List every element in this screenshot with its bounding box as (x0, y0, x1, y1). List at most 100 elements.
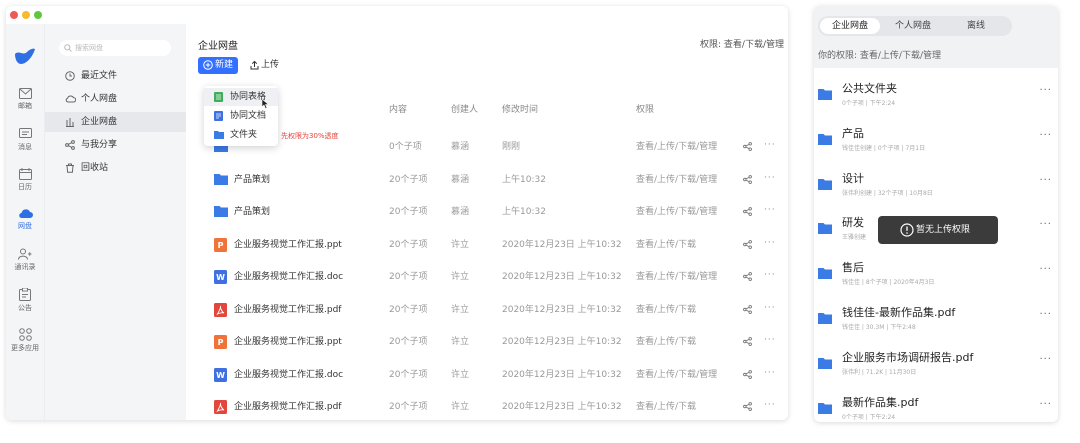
search-input[interactable]: 搜索网盘 (59, 40, 171, 56)
sidebar-item-enterprise[interactable]: 企业网盘 (45, 112, 187, 132)
appbar-label: 日历 (18, 183, 32, 191)
appbar-item-message[interactable]: 消息 (6, 128, 44, 152)
more-icon[interactable]: ··· (764, 140, 776, 150)
more-icon[interactable]: ··· (764, 205, 776, 215)
more-icon[interactable]: ··· (1039, 399, 1052, 410)
column-header-modified[interactable]: 修改时间 (502, 102, 538, 115)
share-icon[interactable] (743, 239, 752, 249)
file-name[interactable]: 产品策划 (234, 164, 270, 196)
more-icon[interactable]: ··· (1039, 309, 1052, 320)
item-subtitle: 钱佳佳创建 | 0个子项 | 7月1日 (842, 144, 926, 152)
more-icon[interactable]: ··· (1039, 264, 1052, 275)
more-icon[interactable]: ··· (764, 270, 776, 280)
notice-icon (19, 288, 31, 301)
file-name[interactable]: 企业服务视觉工作汇报.pdf (234, 294, 341, 326)
appbar-item-notice[interactable]: 公告 (6, 288, 44, 313)
menu-item-folder[interactable]: 文件夹 (204, 126, 278, 144)
list-item[interactable]: 产品 钱佳佳创建 | 0个子项 | 7月1日 ··· (814, 117, 1058, 161)
share-icon[interactable] (743, 174, 752, 184)
appbar-item-drive[interactable]: 网盘 (6, 208, 44, 231)
more-icon[interactable]: ··· (1039, 354, 1052, 365)
more-icon[interactable]: ··· (1039, 130, 1052, 141)
more-icon[interactable]: ··· (1039, 85, 1052, 96)
file-modified-time: 上午10:32 (502, 174, 546, 185)
table-row[interactable]: 产品策划 20个子项 慕涵 上午10:32 查看/上传/下载/管理 ··· (186, 196, 788, 228)
file-name[interactable]: 企业服务视觉工作汇报.ppt (234, 326, 342, 358)
list-item[interactable]: 企业服务市场调研报告.pdf 张伟利 | 71.2K | 11月30日 ··· (814, 341, 1058, 385)
more-icon[interactable]: ··· (764, 400, 776, 410)
more-icon[interactable]: ··· (764, 238, 776, 248)
column-header-creator[interactable]: 创建人 (451, 102, 478, 115)
sidebar-item-recent[interactable]: 最近文件 (45, 66, 187, 86)
tab-offline[interactable]: 离线 (946, 18, 1006, 34)
tab-enterprise[interactable]: 企业网盘 (820, 18, 880, 34)
share-icon[interactable] (743, 337, 752, 346)
maximize-window-button[interactable] (34, 11, 42, 19)
file-name[interactable]: 企业服务视觉工作汇报.ppt (234, 229, 342, 261)
column-header-content[interactable]: 内容 (389, 102, 407, 115)
file-permission: 查看/上传/下载/管理 (636, 369, 718, 380)
list-item[interactable]: 最新作品集.pdf 0个子项 | 下午2:24 ··· (814, 386, 1058, 422)
list-item[interactable]: 设计 张伟利创建 | 32个子项 | 10月8日 ··· (814, 162, 1058, 206)
file-name[interactable]: 企业服务视觉工作汇报.doc (234, 261, 343, 293)
ppt-icon: P (214, 335, 227, 349)
file-modified-time: 2020年12月23日 上午10:32 (502, 304, 622, 315)
more-icon[interactable]: ··· (1039, 219, 1052, 230)
share-icon[interactable] (743, 207, 752, 216)
doc-icon: W (214, 367, 227, 382)
appbar-item-contacts[interactable]: 通讯录 (6, 248, 44, 272)
sidebar-item-label: 个人网盘 (81, 94, 118, 104)
share-icon[interactable] (743, 402, 752, 411)
cursor-icon (262, 99, 270, 109)
appbar-item-more-apps[interactable]: 更多应用 (6, 328, 44, 353)
column-header-permission[interactable]: 权限 (636, 102, 654, 115)
item-title: 设计 (842, 171, 864, 185)
sidebar-item-personal[interactable]: 个人网盘 (45, 89, 187, 109)
more-icon[interactable]: ··· (764, 335, 776, 345)
svg-text:P: P (218, 241, 224, 250)
close-window-button[interactable] (10, 11, 18, 19)
list-item[interactable]: 公共文件夹 0个子项 | 下午2:24 ··· (814, 72, 1058, 116)
item-title: 企业服务市场调研报告.pdf (842, 350, 974, 364)
more-icon[interactable]: ··· (764, 173, 776, 183)
file-name[interactable]: 产品策划 (234, 196, 270, 228)
file-modified-time: 2020年12月23日 上午10:32 (502, 369, 622, 380)
file-permission: 查看/上传/下载 (636, 239, 697, 250)
list-item[interactable]: 售后 钱佳佳 | 8个子项 | 2020年4月3日 ··· (814, 251, 1058, 295)
table-row[interactable]: P 企业服务视觉工作汇报.ppt 20个子项 许立 2020年12月23日 上午10:3… (186, 229, 788, 261)
list-item[interactable]: 钱佳佳-最新作品集.pdf 钱佳佳 | 30.3M | 下午2:48 ··· (814, 296, 1058, 340)
new-button-label: 新建 (215, 60, 234, 70)
file-content-count: 20个子项 (389, 207, 428, 217)
appbar-item-calendar[interactable]: 日历 (6, 168, 44, 192)
share-icon[interactable] (743, 369, 752, 379)
table-row[interactable]: W 企业服务视觉工作汇报.doc 20个子项 许立 2020年12月23日 上午10:3… (186, 261, 788, 293)
folder-icon (818, 357, 832, 369)
table-row[interactable]: 企业服务视觉工作汇报.pdf 20个子项 许立 2020年12月23日 上午10:32… (186, 391, 788, 420)
share-icon[interactable] (743, 142, 752, 151)
sidebar-item-label: 企业网盘 (81, 117, 118, 127)
appbar-item-mail[interactable]: 邮箱 (6, 88, 44, 111)
share-icon[interactable] (743, 304, 752, 314)
table-row[interactable]: W 企业服务视觉工作汇报.doc 20个子项 许立 2020年12月23日 上午10:3… (186, 359, 788, 391)
tab-personal[interactable]: 个人网盘 (880, 18, 946, 34)
more-icon[interactable]: ··· (764, 303, 776, 313)
new-button[interactable]: 新建 (198, 57, 238, 74)
upload-button[interactable]: 上传 (246, 57, 286, 74)
table-row[interactable]: 企业服务视觉工作汇报.pdf 20个子项 许立 2020年12月23日 上午10:32… (186, 294, 788, 326)
file-name[interactable]: 企业服务视觉工作汇报.pdf (234, 391, 341, 420)
menu-item-doc[interactable]: 协同文档 (204, 107, 278, 125)
message-icon (18, 128, 32, 138)
table-row[interactable]: P 企业服务视觉工作汇报.ppt 20个子项 许立 2020年12月23日 上午10:3… (186, 326, 788, 358)
folder-icon (214, 173, 228, 185)
sidebar-item-shared[interactable]: 与我分享 (45, 135, 187, 155)
share-icon (65, 140, 75, 150)
table-row[interactable]: 产品策划 20个子项 慕涵 上午10:32 查看/上传/下载/管理 ··· (186, 164, 788, 196)
share-icon[interactable] (743, 272, 752, 281)
file-permission: 查看/上传/下载 (636, 304, 697, 315)
more-icon[interactable]: ··· (1039, 175, 1052, 186)
sidebar-item-trash[interactable]: 回收站 (45, 158, 187, 178)
file-name[interactable]: 企业服务视觉工作汇报.doc (234, 359, 343, 391)
minimize-window-button[interactable] (22, 11, 30, 19)
file-content-count: 20个子项 (389, 337, 428, 347)
more-icon[interactable]: ··· (764, 368, 776, 378)
